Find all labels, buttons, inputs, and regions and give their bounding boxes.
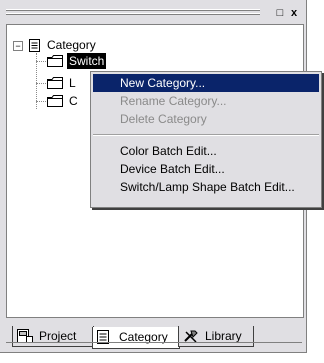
tab-label: Category (119, 330, 168, 344)
menu-item-shape-batch-edit[interactable]: Switch/Lamp Shape Batch Edit... (93, 178, 319, 196)
menu-item-label: Delete Category (120, 112, 207, 126)
close-button[interactable]: x (288, 7, 300, 19)
library-icon (183, 329, 199, 349)
collapse-toggle[interactable]: − (13, 41, 23, 51)
panel-divider (6, 342, 302, 343)
menu-item-rename-category[interactable]: Rename Category... (93, 92, 319, 110)
tree-node-label: C (69, 94, 78, 108)
tree-connector (36, 101, 46, 102)
menu-item-new-category[interactable]: New Category... (93, 74, 319, 92)
tab-library[interactable]: Library (178, 326, 254, 347)
folder-icon (47, 55, 63, 71)
tab-label: Library (205, 329, 242, 343)
folder-icon (47, 95, 63, 111)
folder-icon (47, 77, 63, 93)
tree-node-label: L (69, 76, 76, 90)
panel-titlebar[interactable]: □ x (6, 6, 302, 20)
menu-item-label: Color Batch Edit... (120, 144, 217, 158)
menu-separator (93, 134, 319, 136)
tab-category[interactable]: Category (92, 327, 180, 349)
menu-item-device-batch-edit[interactable]: Device Batch Edit... (93, 160, 319, 178)
menu-item-label: Device Batch Edit... (120, 162, 225, 176)
menu-item-label: New Category... (120, 76, 206, 90)
tree-connector (36, 61, 46, 62)
tree-node-label: Category (47, 38, 96, 52)
category-icon (97, 330, 111, 350)
tab-label: Project (39, 329, 77, 343)
project-icon (17, 329, 33, 349)
tree-connector (36, 83, 46, 84)
category-icon (29, 39, 41, 56)
titlebar-grip (6, 9, 260, 11)
menu-item-color-batch-edit[interactable]: Color Batch Edit... (93, 142, 319, 160)
titlebar-grip (6, 13, 260, 15)
menu-item-delete-category[interactable]: Delete Category (93, 110, 319, 128)
context-menu: New Category... Rename Category... Delet… (90, 71, 322, 208)
menu-item-label: Switch/Lamp Shape Batch Edit... (120, 180, 295, 194)
tree-node-label: Switch (67, 53, 107, 69)
menu-item-label: Rename Category... (120, 94, 227, 108)
tab-project[interactable]: Project (12, 326, 94, 347)
restore-button[interactable]: □ (274, 7, 286, 19)
